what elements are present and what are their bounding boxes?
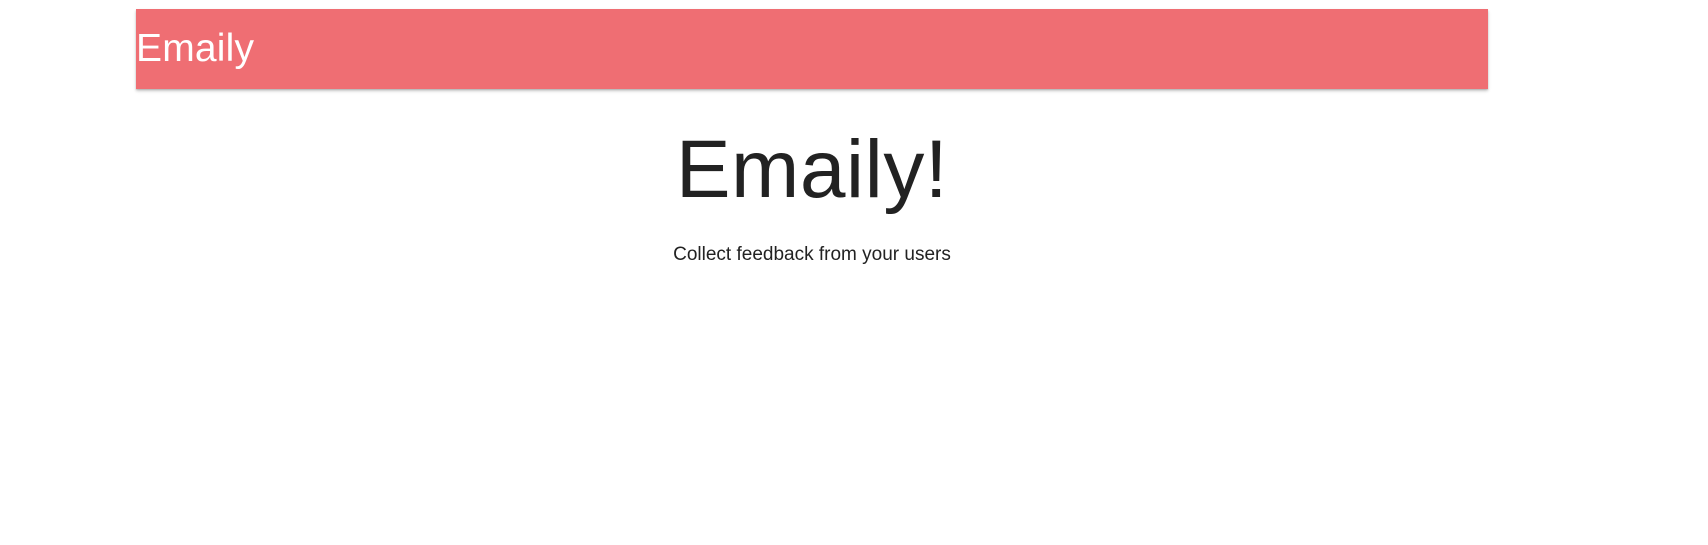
header-navbar: Emaily xyxy=(136,9,1488,89)
landing-section: Emaily! Collect feedback from your users xyxy=(136,120,1488,268)
brand-logo-link[interactable]: Emaily xyxy=(136,9,254,89)
landing-subtitle: Collect feedback from your users xyxy=(673,244,951,265)
landing-title: Emaily! xyxy=(675,124,949,215)
